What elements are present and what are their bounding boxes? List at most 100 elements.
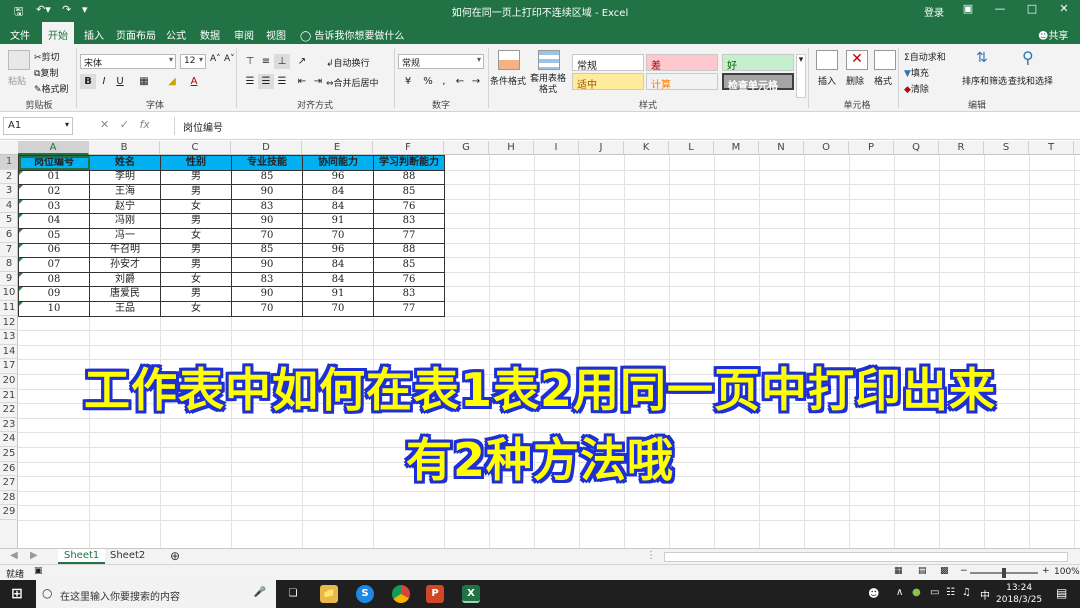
sheet-tab-1[interactable]: Sheet1 — [58, 549, 106, 564]
row-header[interactable]: 7 — [0, 243, 18, 258]
table-cell[interactable]: 76 — [373, 198, 445, 215]
data-table[interactable]: 岗位编号 姓名 性别 专业技能 协同能力 学习判断能力 01 李明男 85 96 88 02 王海男 90… — [18, 155, 445, 317]
table-cell[interactable]: 96 — [302, 242, 374, 259]
row-header[interactable]: 8 — [0, 257, 18, 272]
table-cell[interactable]: 04 — [18, 213, 90, 229]
add-sheet-icon[interactable]: ⊕ — [164, 549, 186, 564]
microphone-icon[interactable]: 🎤 — [254, 587, 266, 598]
zoom-out-icon[interactable]: − — [960, 566, 968, 576]
table-cell[interactable]: 09 — [18, 286, 90, 302]
column-header[interactable]: O — [804, 141, 849, 155]
table-cell[interactable]: 84 — [302, 184, 374, 200]
windows-start-icon[interactable]: ⊞ — [8, 585, 26, 603]
header-cell[interactable]: 姓名 — [89, 155, 161, 171]
table-cell[interactable]: 84 — [302, 257, 374, 273]
table-cell[interactable]: 08 — [18, 271, 90, 288]
align-top-icon[interactable]: ⊤ — [242, 54, 258, 69]
table-cell[interactable]: 77 — [373, 227, 445, 244]
column-header[interactable]: N — [759, 141, 804, 155]
column-header[interactable]: D — [231, 141, 302, 155]
wrap-text-button[interactable]: ↲自动换行 — [326, 56, 370, 69]
row-header[interactable]: 2 — [0, 170, 18, 185]
cell-style-option[interactable]: 适中 — [572, 73, 644, 91]
table-cell[interactable]: 女 — [160, 198, 232, 215]
decrease-decimal-icon[interactable]: → — [468, 74, 484, 89]
cell-style-option[interactable]: 检查单元格 — [722, 73, 794, 92]
tab-file[interactable]: 文件 — [4, 22, 36, 44]
notification-icon[interactable]: ▤ — [1056, 586, 1067, 600]
table-cell[interactable]: 王品 — [89, 300, 161, 317]
find-select-button[interactable]: 查找和选择 — [1008, 74, 1053, 87]
copy-button[interactable]: ⧉复制 — [34, 66, 58, 79]
column-header[interactable]: B — [89, 141, 160, 155]
font-name-select[interactable]: 宋体 ▾ — [80, 54, 176, 69]
taskbar-search[interactable]: ○ 在这里输入你要搜索的内容 🎤 — [36, 580, 276, 608]
file-explorer-icon[interactable]: 📁 — [320, 585, 338, 603]
decrease-indent-icon[interactable]: ⇤ — [294, 74, 310, 89]
column-header[interactable]: H — [489, 141, 534, 155]
sort-filter-icon[interactable]: ⇅ — [976, 50, 988, 66]
format-cells-icon[interactable] — [874, 50, 896, 70]
delete-cells-button[interactable]: 删除 — [846, 74, 864, 87]
column-header[interactable]: Q — [894, 141, 939, 155]
tab-formulas[interactable]: 公式 — [160, 22, 192, 44]
paste-icon[interactable] — [8, 50, 30, 70]
table-cell[interactable]: 女 — [160, 227, 232, 244]
worksheet-grid[interactable]: ABCDEFGHIJKLMNOPQRST 1 2 3 4 5 6 7 8 9 10 11 12 13 14… — [0, 141, 1080, 548]
search-icon[interactable]: ⚲ — [1022, 48, 1034, 67]
table-cell[interactable]: 李明 — [89, 169, 161, 186]
paste-button[interactable]: 粘贴 — [8, 74, 26, 87]
row-header[interactable]: 14 — [0, 345, 18, 360]
table-cell[interactable]: 84 — [302, 198, 374, 215]
macro-record-icon[interactable]: ▣ — [34, 566, 43, 576]
row-header[interactable]: 28 — [0, 491, 18, 506]
table-cell[interactable]: 76 — [373, 271, 445, 288]
increase-indent-icon[interactable]: ⇥ — [310, 74, 326, 89]
header-cell[interactable]: 学习判断能力 — [373, 155, 445, 171]
font-size-select[interactable]: 12 ▾ — [180, 54, 206, 69]
table-cell[interactable]: 85 — [373, 257, 445, 273]
table-cell[interactable]: 男 — [160, 213, 232, 229]
format-as-table-button[interactable]: 套用表格格式 — [528, 74, 568, 96]
row-header[interactable]: 4 — [0, 199, 18, 214]
tab-split-icon[interactable]: ⋮ — [640, 549, 662, 564]
table-cell[interactable]: 男 — [160, 169, 232, 186]
header-cell[interactable]: 专业技能 — [231, 155, 303, 171]
cancel-icon[interactable]: ✕ — [100, 118, 109, 131]
table-cell[interactable]: 88 — [373, 242, 445, 259]
conditional-format-button[interactable]: 条件格式 — [490, 74, 526, 87]
row-header[interactable]: 13 — [0, 330, 18, 345]
network-icon[interactable]: ☷ — [946, 587, 955, 598]
table-cell[interactable]: 孙安才 — [89, 257, 161, 273]
table-cell[interactable]: 女 — [160, 300, 232, 317]
powerpoint-icon[interactable]: P — [426, 585, 444, 603]
column-header[interactable]: I — [534, 141, 579, 155]
table-cell[interactable]: 85 — [231, 242, 303, 259]
header-cell[interactable]: 岗位编号 — [18, 155, 90, 171]
formula-input[interactable]: 岗位编号 — [174, 117, 1074, 135]
table-cell[interactable]: 96 — [302, 169, 374, 186]
currency-icon[interactable]: ¥ — [400, 74, 416, 89]
cut-button[interactable]: ✂剪切 — [34, 50, 60, 63]
fill-button[interactable]: ▼填充 — [904, 66, 929, 79]
table-cell[interactable]: 91 — [302, 213, 374, 229]
insert-cells-button[interactable]: 插入 — [818, 74, 836, 87]
table-cell[interactable]: 90 — [231, 286, 303, 302]
battery-icon[interactable]: ▭ — [930, 587, 939, 598]
tab-review[interactable]: 审阅 — [228, 22, 260, 44]
table-cell[interactable]: 05 — [18, 227, 90, 244]
table-cell[interactable]: 男 — [160, 257, 232, 273]
insert-cells-icon[interactable] — [816, 50, 838, 70]
align-middle-icon[interactable]: ≡ — [258, 54, 274, 69]
taskbar-clock[interactable]: 13:24 2018/3/25 — [996, 582, 1042, 606]
tray-expand-icon[interactable]: ∧ — [896, 587, 903, 598]
border-icon[interactable]: ▦ — [136, 74, 152, 89]
column-header[interactable]: A — [18, 141, 89, 155]
align-bottom-icon[interactable]: ⊥ — [274, 54, 290, 69]
format-painter-button[interactable]: ✎格式刷 — [34, 82, 69, 95]
sort-filter-button[interactable]: 排序和筛选 — [962, 74, 1007, 87]
table-cell[interactable]: 90 — [231, 257, 303, 273]
align-center-icon[interactable]: ☰ — [258, 74, 274, 89]
table-cell[interactable]: 冯一 — [89, 227, 161, 244]
format-cells-button[interactable]: 格式 — [874, 74, 892, 87]
